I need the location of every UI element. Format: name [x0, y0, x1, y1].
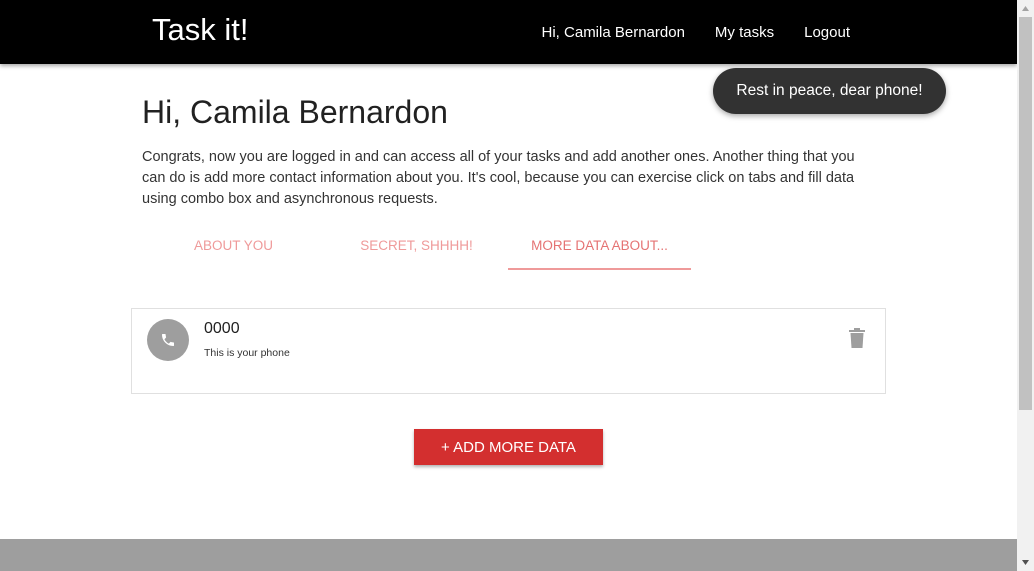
- active-tab-indicator: [508, 268, 691, 270]
- contact-item-description: This is your phone: [204, 347, 290, 359]
- contact-item-card: 0000 This is your phone: [131, 308, 886, 394]
- delete-button[interactable]: [847, 327, 867, 349]
- nav-logout[interactable]: Logout: [804, 24, 850, 41]
- page-footer: [0, 539, 1017, 571]
- trash-icon: [849, 328, 865, 348]
- tab-about-you[interactable]: About you: [142, 224, 325, 271]
- page-title: Hi, Camila Bernardon: [142, 94, 448, 130]
- scrollbar-thumb[interactable]: [1019, 17, 1032, 410]
- contact-item-value: 0000: [204, 320, 240, 337]
- nav-user-greeting[interactable]: Hi, Camila Bernardon: [542, 24, 685, 41]
- nav-my-tasks[interactable]: My tasks: [715, 24, 774, 41]
- triangle-up-icon: [1022, 6, 1029, 11]
- scroll-down-arrow[interactable]: [1017, 554, 1034, 571]
- toast-notification: Rest in peace, dear phone!: [713, 68, 946, 114]
- phone-avatar: [147, 319, 189, 361]
- add-more-data-button[interactable]: + Add more data: [414, 429, 603, 465]
- intro-text: Congrats, now you are logged in and can …: [142, 149, 855, 207]
- phone-icon: [162, 334, 174, 346]
- scroll-up-arrow[interactable]: [1017, 0, 1034, 17]
- brand-logo-link[interactable]: Task it!: [152, 12, 248, 48]
- nav-links: Hi, Camila Bernardon My tasks Logout: [512, 0, 850, 64]
- vertical-scrollbar[interactable]: [1017, 0, 1034, 571]
- triangle-down-icon: [1022, 560, 1029, 565]
- tab-more-data[interactable]: More data about...: [508, 224, 691, 271]
- profile-tabs: About you Secret, shhhh! More data about…: [142, 224, 874, 271]
- tab-secret[interactable]: Secret, shhhh!: [325, 224, 508, 271]
- top-navbar: Task it! Hi, Camila Bernardon My tasks L…: [0, 0, 1017, 64]
- main-content: Hi, Camila Bernardon Congrats, now you a…: [0, 64, 1017, 539]
